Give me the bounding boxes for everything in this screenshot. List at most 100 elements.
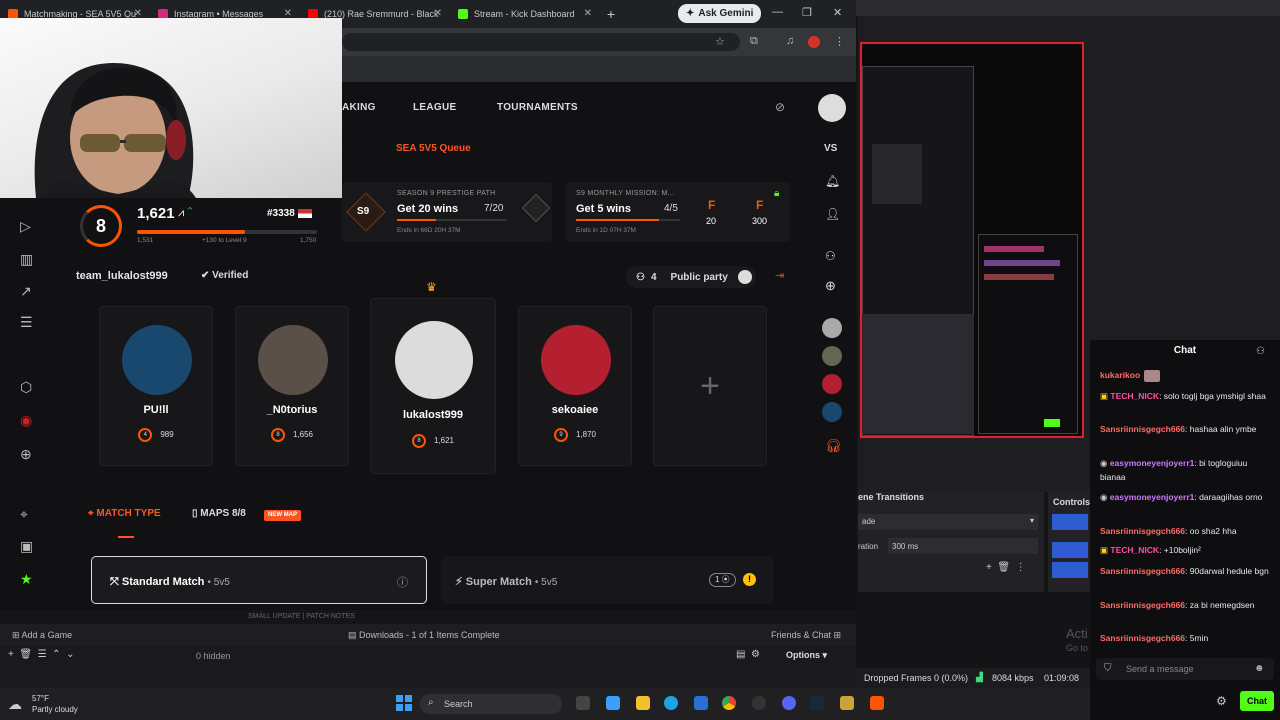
steam-icon[interactable] <box>810 696 824 710</box>
app-icon[interactable] <box>840 696 854 710</box>
profile-icon[interactable] <box>808 36 820 48</box>
club-icon[interactable]: ⬡ <box>20 379 32 396</box>
obs-icon[interactable] <box>752 696 766 710</box>
stats-icon[interactable]: ▥ <box>20 251 33 268</box>
crown-icon: ♛ <box>426 280 437 294</box>
standard-match-option[interactable]: ⤧ Standard Match • 5v5 ⓘ <box>91 556 427 604</box>
copilot-icon[interactable] <box>606 696 620 710</box>
discord-icon[interactable] <box>782 696 796 710</box>
maximize-button[interactable]: ❐ <box>802 6 812 19</box>
friend-avatar[interactable] <box>822 318 842 338</box>
file-explorer-icon[interactable] <box>636 696 650 710</box>
sparkle-icon: ✦ <box>686 8 695 19</box>
taskbar-search[interactable]: Search <box>420 694 562 714</box>
transition-toolbar[interactable]: + 🗑︎ ⋮ <box>986 562 1026 573</box>
tab-kick[interactable]: Stream - Kick Dashboard ✕ <box>450 0 600 28</box>
emoji-icon[interactable]: ☻ <box>1254 663 1265 674</box>
friends-icon[interactable]: 👤︎ <box>825 207 840 221</box>
friends-chat-button[interactable]: Friends & Chat ⊞ <box>771 630 841 641</box>
party-leader-card[interactable]: lukalost999 8 1,621 <box>370 298 496 474</box>
friend-avatar[interactable] <box>822 346 842 366</box>
vs-button[interactable]: VS <box>824 143 837 154</box>
minimize-button[interactable]: — <box>772 6 783 18</box>
faceit-points-icon: F <box>708 198 716 212</box>
add-friend-icon[interactable]: ⊕ <box>825 278 836 294</box>
task-view-icon[interactable] <box>576 696 590 710</box>
gear-icon[interactable]: ⚙ <box>1216 694 1227 708</box>
bolt-icon: ⚡︎ <box>455 576 466 588</box>
add-game-button[interactable]: ⊞ Add a Game <box>12 630 72 641</box>
chart-icon[interactable]: ↗ <box>20 283 32 300</box>
public-party-toggle[interactable]: ⚇ 4 Public party <box>626 266 756 288</box>
bell-icon[interactable]: 🔔︎ <box>825 174 840 188</box>
tab-maps[interactable]: ▯ MAPS 8/8 <box>192 508 246 519</box>
friend-avatar[interactable] <box>822 374 842 394</box>
super-match-option[interactable]: ⚡︎ Super Match • 5v5 1 ⦿ ! <box>441 556 774 604</box>
virtual-camera-button[interactable] <box>1052 562 1088 578</box>
menu-icon[interactable]: ⋮ <box>834 35 845 48</box>
options-button[interactable]: Options ▾ <box>786 650 827 661</box>
info-icon[interactable]: ⓘ <box>397 574 408 590</box>
star-badge-icon[interactable]: ★ <box>20 571 33 588</box>
avatar <box>541 325 611 395</box>
team-logo-icon[interactable]: ◉ <box>20 412 32 429</box>
edge-icon[interactable] <box>664 696 678 710</box>
shop-icon[interactable]: ▣ <box>20 538 33 555</box>
store-icon[interactable] <box>694 696 708 710</box>
prestige-mission-card[interactable]: S9 SEASON 9 PRESTIGE PATH Get 20 wins 7/… <box>342 182 552 242</box>
windows-start-icon[interactable] <box>396 695 412 711</box>
prestige-progress-bar <box>397 219 436 221</box>
trend-icon: ⩘ ⌃ <box>178 207 193 219</box>
downloads-status[interactable]: ▤ Downloads - 1 of 1 Items Complete <box>348 630 500 641</box>
close-icon[interactable]: ✕ <box>434 8 442 19</box>
chat-input[interactable]: Send a message <box>1096 658 1274 680</box>
transition-select[interactable]: ade ▾ <box>858 514 1038 530</box>
ask-gemini-button[interactable]: ✦ Ask Gemini <box>678 4 762 23</box>
users-icon[interactable]: ⚇ <box>1256 346 1265 357</box>
dropdown-icon: ▾ <box>1029 516 1034 525</box>
party-icon[interactable]: ⚇ <box>825 249 836 263</box>
tab-match-type[interactable]: ⌖ MATCH TYPE <box>88 508 161 519</box>
play-icon[interactable]: ▷ <box>20 218 31 235</box>
toggle-knob[interactable] <box>737 270 752 284</box>
monthly-mission-card[interactable]: S9 MONTHLY MISSION: M... Get 5 wins 4/5 … <box>566 182 790 242</box>
tab-tournaments[interactable]: TOURNAMENTS <box>497 102 578 113</box>
friend-avatar[interactable] <box>822 402 842 422</box>
party-member-card[interactable]: sekoaiee 9 1,870 <box>518 306 632 466</box>
weather-icon: ☁ <box>8 696 22 712</box>
party-member-card[interactable]: PU!ll 4 989 <box>99 306 213 466</box>
streamer-webcam <box>34 63 196 199</box>
invite-player-button[interactable]: + <box>653 306 767 466</box>
new-tab-button[interactable]: + <box>600 6 622 22</box>
chat-send-button[interactable]: Chat <box>1240 691 1274 711</box>
star-icon[interactable]: ☆ <box>715 35 725 48</box>
obs-filter-icons[interactable]: ▤ ⚙ <box>736 649 760 660</box>
headset-icon[interactable]: 🎧︎ <box>825 438 842 454</box>
chat-message: Sansriinnisgegch666: hashaa alin ymbe <box>1100 424 1257 434</box>
chrome-icon[interactable] <box>722 696 736 710</box>
weather-widget[interactable]: 57°F Partly cloudy <box>32 693 78 715</box>
chat-message: ▣ TECH_NICK: +10boljin² <box>1100 545 1201 555</box>
start-streaming-button[interactable] <box>1052 514 1088 530</box>
crosshair-icon[interactable]: ⌖ <box>20 506 28 523</box>
url-input[interactable] <box>342 33 740 51</box>
elo-progress-fill <box>137 230 245 234</box>
user-avatar[interactable] <box>818 94 846 122</box>
media-icon[interactable]: ♫ <box>786 35 794 47</box>
mute-icon[interactable]: ⊘ <box>775 100 785 114</box>
duration-input[interactable]: 300 ms <box>888 538 1038 554</box>
warning-icon[interactable]: ! <box>743 573 756 586</box>
extensions-icon[interactable]: ⧉ <box>750 35 758 48</box>
obs-toolbar-icons[interactable]: + 🗑︎ ☰ ⌃ ⌄ <box>8 649 74 660</box>
leave-party-icon[interactable]: ⇥ <box>775 269 784 282</box>
faceit-taskbar-icon[interactable] <box>870 696 884 710</box>
close-window-button[interactable]: ✕ <box>833 6 842 19</box>
tab-matchmaking[interactable]: AKING <box>342 102 376 113</box>
list-icon[interactable]: ☰ <box>20 314 33 331</box>
shield-icon[interactable]: ⛉ <box>1104 663 1112 674</box>
close-icon[interactable]: ✕ <box>584 8 592 19</box>
tab-league[interactable]: LEAGUE <box>413 102 456 113</box>
add-icon[interactable]: ⊕ <box>20 446 32 463</box>
start-recording-button[interactable] <box>1052 542 1088 558</box>
party-member-card[interactable]: _N0torius 8 1,656 <box>235 306 349 466</box>
